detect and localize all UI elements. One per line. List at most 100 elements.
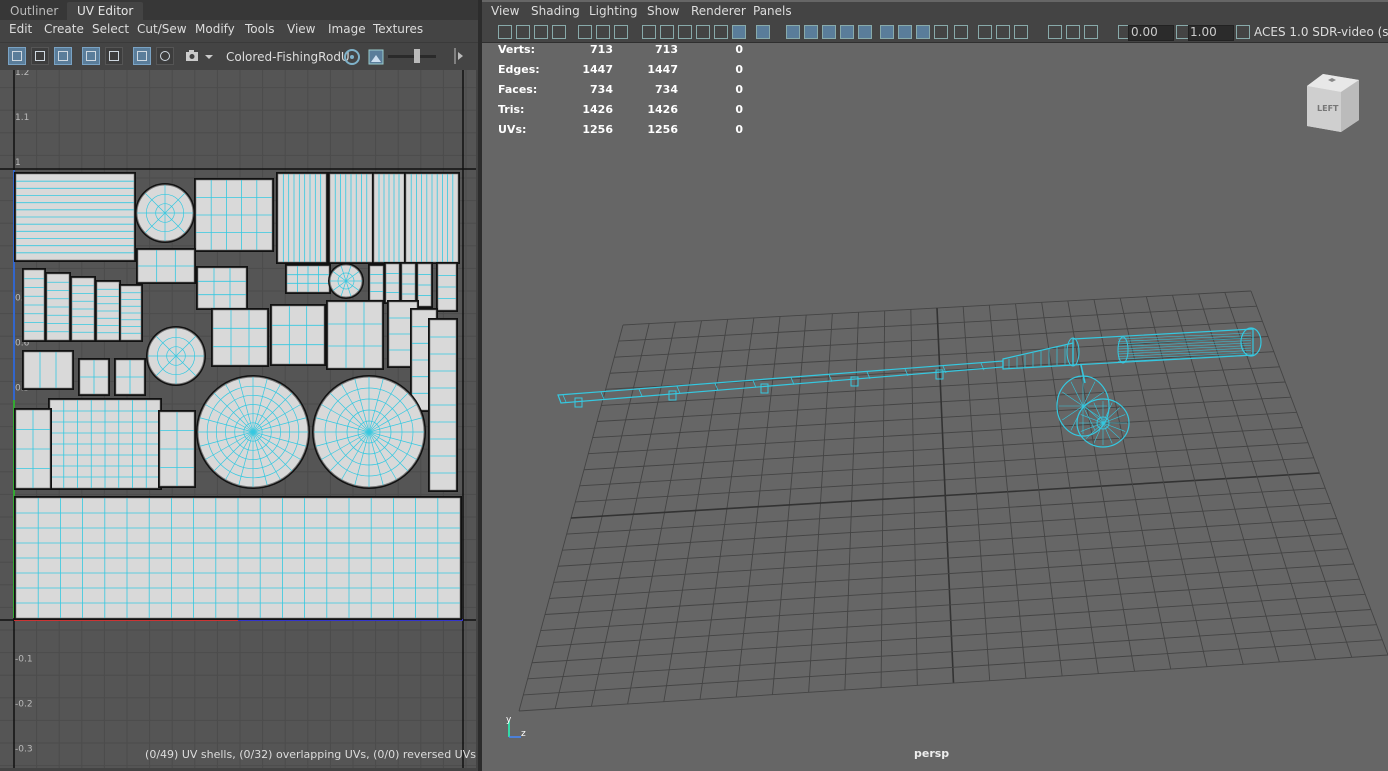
- menu-lighting[interactable]: Lighting: [589, 4, 638, 18]
- viewport-tool-icon[interactable]: [714, 25, 728, 39]
- stat-edges-b: 1447: [647, 63, 678, 76]
- viewport-tool-icon[interactable]: [516, 25, 530, 39]
- viewport-tool-icon[interactable]: [996, 25, 1010, 39]
- menu-shading[interactable]: Shading: [531, 4, 580, 18]
- 3d-viewport[interactable]: [483, 43, 1388, 768]
- viewport-tool-icon[interactable]: [978, 25, 992, 39]
- menu-cut-sew[interactable]: Cut/Sew: [137, 22, 187, 36]
- stat-edges-c: 0: [735, 63, 743, 76]
- axis-gizmo: y z: [503, 715, 529, 743]
- menu-image[interactable]: Image: [328, 22, 366, 36]
- exposure-slider-handle[interactable]: [414, 49, 420, 63]
- viewport-toolbar: [482, 22, 1388, 43]
- uv-shell-icon[interactable]: [31, 47, 49, 65]
- viewport-tool-icon[interactable]: [756, 25, 770, 39]
- stat-verts-a: 713: [590, 43, 613, 56]
- viewport-tool-icon[interactable]: [660, 25, 674, 39]
- viewport-tool-icon[interactable]: [614, 25, 628, 39]
- stat-tris-c: 0: [735, 103, 743, 116]
- exposure-field[interactable]: 0.00: [1131, 25, 1158, 39]
- viewport-tool-icon[interactable]: [1014, 25, 1028, 39]
- viewport-tool-icon[interactable]: [1236, 25, 1250, 39]
- stat-verts-c: 0: [735, 43, 743, 56]
- viewport-tool-icon[interactable]: [534, 25, 548, 39]
- stat-verts-b: 713: [655, 43, 678, 56]
- chevron-down-icon[interactable]: [204, 47, 214, 65]
- menu-view[interactable]: View: [491, 4, 519, 18]
- svg-text:1.1: 1.1: [15, 113, 29, 123]
- stat-faces-b: 734: [655, 83, 678, 96]
- viewport-tool-icon[interactable]: [916, 25, 930, 39]
- uv-editor-menubar: Edit Create Select Cut/Sew Modify Tools …: [0, 20, 478, 40]
- uv-checker-icon[interactable]: [156, 47, 174, 65]
- uv-layout-svg: 1.21.110.90.80.70.60.50.40.30.20.10-0.1-…: [0, 70, 476, 768]
- gamma-field[interactable]: 1.00: [1190, 25, 1217, 39]
- viewport-tool-icon[interactable]: [678, 25, 692, 39]
- camera-label: persp: [914, 747, 950, 760]
- image-icon[interactable]: [367, 48, 385, 66]
- menu-textures[interactable]: Textures: [373, 22, 423, 36]
- viewport-tool-icon[interactable]: [786, 25, 800, 39]
- viewport-tool-icon[interactable]: [642, 25, 656, 39]
- stat-tris-label: Tris:: [498, 103, 525, 116]
- camera-icon[interactable]: [184, 47, 202, 65]
- view-cube-label: LEFT: [1317, 104, 1339, 113]
- uv-frame-icon[interactable]: [82, 47, 100, 65]
- texture-swap-icon[interactable]: [343, 48, 361, 66]
- menu-view[interactable]: View: [287, 22, 315, 36]
- viewport-tool-icon[interactable]: [1066, 25, 1080, 39]
- menu-modify[interactable]: Modify: [195, 22, 235, 36]
- uv-grid-icon[interactable]: [133, 47, 151, 65]
- viewport-tool-icon[interactable]: [696, 25, 710, 39]
- viewport-tool-icon[interactable]: [880, 25, 894, 39]
- stat-uvs-c: 0: [735, 123, 743, 136]
- toolbar-expand-icon[interactable]: [449, 46, 467, 66]
- menu-create[interactable]: Create: [44, 22, 84, 36]
- tab-uv-editor[interactable]: UV Editor: [67, 2, 144, 20]
- uv-layout-icon[interactable]: [8, 47, 26, 65]
- tab-outliner[interactable]: Outliner: [0, 2, 68, 20]
- stat-faces-c: 0: [735, 83, 743, 96]
- viewport-scene-svg: [518, 290, 1388, 712]
- stat-faces-label: Faces:: [498, 83, 538, 96]
- uv-canvas[interactable]: 1.21.110.90.80.70.60.50.40.30.20.10-0.1-…: [0, 70, 476, 768]
- view-cube[interactable]: LEFT: [1305, 72, 1359, 132]
- viewport-tool-icon[interactable]: [840, 25, 854, 39]
- viewport-tool-icon[interactable]: [954, 25, 968, 39]
- uv-border-icon[interactable]: [105, 47, 123, 65]
- viewport-tool-icon[interactable]: [1048, 25, 1062, 39]
- viewport-tool-icon[interactable]: [498, 25, 512, 39]
- viewport-tool-icon[interactable]: [934, 25, 948, 39]
- menu-tools[interactable]: Tools: [245, 22, 275, 36]
- texture-name[interactable]: Colored-FishingRodU: [226, 50, 350, 64]
- svg-text:1.2: 1.2: [15, 70, 29, 78]
- color-space-select[interactable]: ACES 1.0 SDR-video (sRGB: [1254, 24, 1388, 40]
- viewport-tool-icon[interactable]: [596, 25, 610, 39]
- viewport-tool-icon[interactable]: [898, 25, 912, 39]
- svg-text:1: 1: [15, 158, 21, 168]
- menu-edit[interactable]: Edit: [9, 22, 32, 36]
- stat-uvs-a: 1256: [582, 123, 613, 136]
- uv-snapshot-icon[interactable]: [54, 47, 72, 65]
- stat-verts-label: Verts:: [498, 43, 536, 56]
- viewport-tool-icon[interactable]: [552, 25, 566, 39]
- viewport-tool-icon[interactable]: [858, 25, 872, 39]
- menu-panels[interactable]: Panels: [753, 4, 792, 18]
- viewport-tool-icon[interactable]: [822, 25, 836, 39]
- svg-text:-0.1: -0.1: [15, 654, 33, 664]
- viewport-tool-icon[interactable]: [804, 25, 818, 39]
- menu-select[interactable]: Select: [92, 22, 129, 36]
- viewport-tool-icon[interactable]: [1084, 25, 1098, 39]
- stat-tris-b: 1426: [647, 103, 678, 116]
- viewport-tool-icon[interactable]: [578, 25, 592, 39]
- menu-show[interactable]: Show: [647, 4, 679, 18]
- stat-uvs-label: UVs:: [498, 123, 527, 136]
- exposure-slider-track[interactable]: [388, 55, 436, 58]
- menu-renderer[interactable]: Renderer: [691, 4, 746, 18]
- viewport-tool-icon[interactable]: [732, 25, 746, 39]
- axis-z-label: z: [521, 729, 526, 739]
- stat-uvs-b: 1256: [647, 123, 678, 136]
- panel-tabs: Outliner UV Editor: [0, 0, 478, 21]
- stat-tris-a: 1426: [582, 103, 613, 116]
- stat-faces-a: 734: [590, 83, 613, 96]
